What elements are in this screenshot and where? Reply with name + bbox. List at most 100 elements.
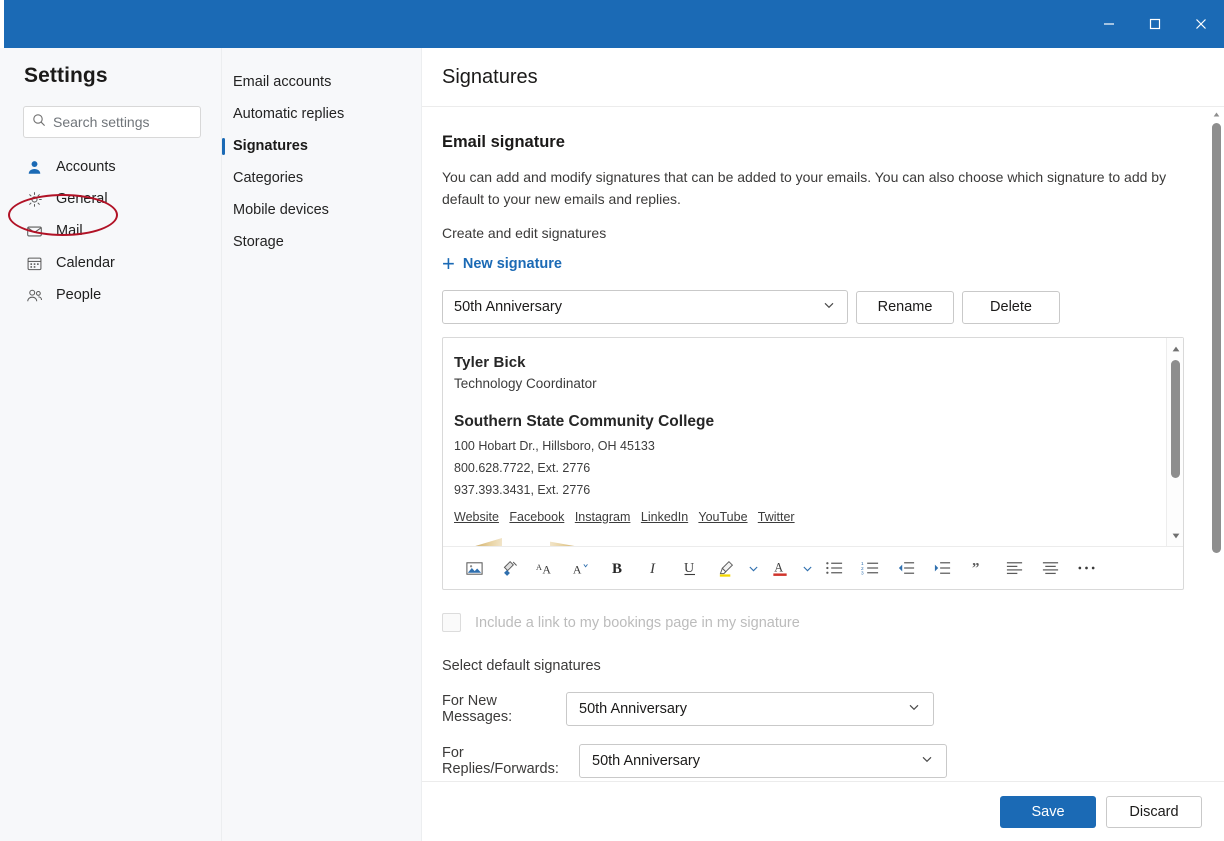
save-button[interactable]: Save — [1000, 795, 1096, 828]
section-description: You can add and modify signatures that c… — [442, 169, 1167, 207]
more-options-icon[interactable] — [1068, 553, 1104, 583]
quote-icon[interactable]: ” — [960, 553, 996, 583]
signature-name: Tyler Bick — [454, 354, 526, 371]
subnav-item-label: Email accounts — [233, 74, 332, 90]
align-left-icon[interactable] — [996, 553, 1032, 583]
bookings-checkbox[interactable] — [442, 613, 461, 632]
font-color-icon[interactable]: A — [762, 553, 798, 583]
search-settings-box[interactable]: Search settings — [23, 106, 201, 138]
page-scrollbar[interactable] — [1209, 107, 1224, 781]
decrease-indent-icon[interactable] — [888, 553, 924, 583]
numbered-list-icon[interactable]: 123 — [852, 553, 888, 583]
subnav-item-storage[interactable]: Storage — [222, 226, 422, 258]
svg-text:3: 3 — [861, 571, 864, 576]
page-scrollbar-thumb[interactable] — [1212, 123, 1221, 553]
default-replies-row: For Replies/Forwards: 50th Anniversary — [442, 744, 1224, 778]
sidebar-item-general[interactable]: General — [0, 183, 222, 215]
signature-address: 100 Hobart Dr., Hillsboro, OH 45133 — [454, 439, 655, 453]
chevron-down-icon — [920, 752, 934, 770]
page-scroll-up-icon[interactable] — [1209, 107, 1224, 121]
sidebar-item-mail[interactable]: Mail — [0, 215, 222, 247]
new-signature-button[interactable]: + New signature — [442, 253, 562, 275]
rename-button[interactable]: Rename — [856, 290, 954, 324]
subnav-item-signatures[interactable]: Signatures — [222, 130, 422, 162]
svg-text:B: B — [612, 561, 622, 577]
insert-picture-icon[interactable] — [456, 553, 492, 583]
subnav-list: Email accounts Automatic replies Signatu… — [222, 66, 422, 258]
logo-shape-right — [550, 541, 580, 546]
search-input-placeholder[interactable]: Search settings — [53, 114, 150, 130]
maximize-button[interactable] — [1132, 0, 1178, 48]
main-scroll-region: Email signature You can add and modify s… — [422, 107, 1224, 781]
sidebar-item-label: People — [56, 287, 102, 303]
signature-dropdown[interactable]: 50th Anniversary — [442, 290, 848, 324]
replies-value: 50th Anniversary — [592, 753, 701, 769]
signature-editor-body[interactable]: Tyler Bick Technology Coordinator Southe… — [443, 338, 1183, 546]
svg-text:A: A — [542, 562, 551, 576]
envelope-icon — [24, 221, 44, 241]
sidebar-item-label: Accounts — [56, 159, 116, 175]
subnav-item-automatic-replies[interactable]: Automatic replies — [222, 98, 422, 130]
font-color-chevron-icon[interactable] — [798, 553, 816, 583]
bulleted-list-icon[interactable] — [816, 553, 852, 583]
main-pane: Signatures Email signature You can add a… — [422, 48, 1224, 841]
subnav-item-label: Signatures — [233, 138, 308, 154]
shrink-font-icon[interactable]: A — [564, 553, 600, 583]
signature-logo-image — [454, 534, 1161, 546]
new-messages-dropdown[interactable]: 50th Anniversary — [566, 692, 934, 726]
highlight-icon[interactable] — [708, 553, 744, 583]
people-icon — [24, 285, 44, 305]
link-facebook[interactable]: Facebook — [509, 510, 564, 524]
bookings-link-row: Include a link to my bookings page in my… — [442, 613, 1224, 632]
link-linkedin[interactable]: LinkedIn — [641, 510, 688, 524]
sidebar-nav: Accounts General Mail Calendar People — [0, 151, 222, 311]
link-youtube[interactable]: YouTube — [698, 510, 747, 524]
sidebar-item-label: General — [56, 191, 108, 207]
default-new-messages-row: For New Messages: 50th Anniversary — [442, 692, 1224, 726]
chevron-down-icon — [822, 298, 836, 316]
new-signature-label: New signature — [462, 256, 562, 272]
editor-scrollbar-thumb[interactable] — [1171, 360, 1180, 478]
search-icon — [32, 113, 46, 132]
svg-text:U: U — [684, 561, 694, 576]
underline-icon[interactable]: U — [672, 553, 708, 583]
svg-text:”: ” — [971, 560, 979, 576]
replies-label: For Replies/Forwards: — [442, 745, 559, 777]
scroll-down-arrow-icon[interactable] — [1167, 527, 1183, 544]
editor-scrollbar[interactable] — [1166, 338, 1183, 546]
minimize-button[interactable] — [1086, 0, 1132, 48]
logo-shape-left — [472, 538, 502, 546]
sidebar-item-people[interactable]: People — [0, 279, 222, 311]
format-painter-icon[interactable] — [492, 553, 528, 583]
sidebar-item-label: Mail — [56, 223, 83, 239]
replies-dropdown[interactable]: 50th Anniversary — [579, 744, 947, 778]
increase-indent-icon[interactable] — [924, 553, 960, 583]
align-center-icon[interactable] — [1032, 553, 1068, 583]
plus-icon: + — [442, 251, 455, 276]
italic-icon[interactable]: I — [636, 553, 672, 583]
subnav-item-mobile-devices[interactable]: Mobile devices — [222, 194, 422, 226]
footer-actions: Save Discard — [422, 781, 1224, 841]
delete-button[interactable]: Delete — [962, 290, 1060, 324]
signature-phone-2: 937.393.3431, Ext. 2776 — [454, 483, 591, 497]
subnav-item-label: Mobile devices — [233, 202, 329, 218]
bold-icon[interactable]: B — [600, 553, 636, 583]
discard-button[interactable]: Discard — [1106, 795, 1202, 828]
settings-content: Email signature You can add and modify s… — [422, 133, 1224, 778]
sidebar-item-calendar[interactable]: Calendar — [0, 247, 222, 279]
signature-links: Website Facebook Instagram LinkedIn YouT… — [454, 510, 1161, 524]
subnav-item-label: Storage — [233, 234, 284, 250]
close-button[interactable] — [1178, 0, 1224, 48]
grow-font-icon[interactable]: AA — [528, 553, 564, 583]
sidebar-item-accounts[interactable]: Accounts — [0, 151, 222, 183]
highlight-chevron-icon[interactable] — [744, 553, 762, 583]
subnav-item-email-accounts[interactable]: Email accounts — [222, 66, 422, 98]
link-twitter[interactable]: Twitter — [758, 510, 795, 524]
titlebar-left-edge — [0, 0, 4, 48]
subnav-item-categories[interactable]: Categories — [222, 162, 422, 194]
window-body: Settings Search settings Accounts Genera… — [0, 48, 1224, 841]
link-website[interactable]: Website — [454, 510, 499, 524]
signature-role: Technology Coordinator — [454, 376, 597, 391]
link-instagram[interactable]: Instagram — [575, 510, 631, 524]
scroll-up-arrow-icon[interactable] — [1167, 340, 1183, 357]
